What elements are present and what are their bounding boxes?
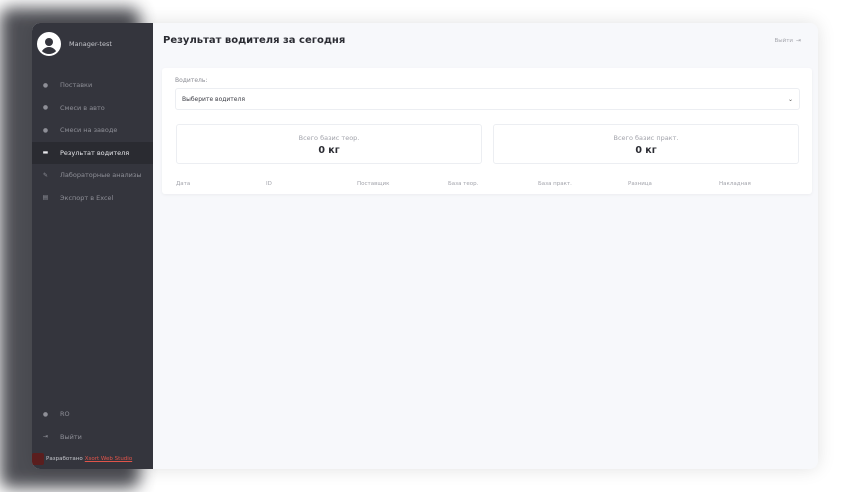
credit-link[interactable]: Xsort Web Studio <box>85 456 132 462</box>
card-icon: ▬ <box>42 149 49 157</box>
sidebar-bottom-menu: ● RO ⇥ Выйти <box>32 403 153 448</box>
stat-theory-value: 0 кг <box>318 145 340 156</box>
archive-icon: ▤ <box>42 194 49 202</box>
studio-logo-icon <box>32 453 44 465</box>
sidebar-item-label: Экспорт в Excel <box>60 193 114 202</box>
column-header-id[interactable]: ID <box>266 181 272 187</box>
sidebar-item-mixes-auto[interactable]: ● Смеси в авто <box>32 97 153 120</box>
sidebar-item-label: Смеси на заводе <box>60 126 118 135</box>
sidebar-item-label: Лабораторные анализы <box>60 171 142 180</box>
logout-icon: ⇥ <box>42 433 49 441</box>
circle-icon: ● <box>42 81 49 89</box>
circle-icon: ● <box>42 104 49 112</box>
column-header-base-practice[interactable]: База практ. <box>538 181 572 187</box>
sidebar: Manager-test ● Поставки ● Смеси в авто ●… <box>32 23 153 469</box>
logout-label: Выйти <box>60 432 82 441</box>
driver-select[interactable]: Выберите водителя ⌄ <box>175 88 800 110</box>
sidebar-item-label: Результат водителя <box>60 148 130 157</box>
header-logout-button[interactable]: Выйти ⇥ <box>775 37 802 44</box>
stat-theory-label: Всего базис теор. <box>298 134 360 142</box>
user-profile[interactable]: Manager-test <box>32 23 153 65</box>
sidebar-item-export-excel[interactable]: ▤ Экспорт в Excel <box>32 187 153 210</box>
sidebar-item-label: Смеси в авто <box>60 103 105 112</box>
column-header-difference[interactable]: Разница <box>628 181 652 187</box>
circle-icon: ● <box>42 126 49 134</box>
stat-practice-label: Всего базис практ. <box>613 134 679 142</box>
avatar-icon <box>37 32 61 56</box>
header-logout-label: Выйти <box>774 37 793 44</box>
sidebar-item-driver-result[interactable]: ▬ Результат водителя <box>32 141 153 164</box>
stat-practice: Всего базис практ. 0 кг <box>493 124 799 164</box>
page-title: Результат водителя за сегодня <box>163 35 346 46</box>
chevron-down-icon: ⌄ <box>787 95 793 103</box>
profile-name: Manager-test <box>69 40 112 48</box>
column-header-date[interactable]: Дата <box>176 181 190 187</box>
developer-credit: Разработано Xsort Web Studio <box>32 453 132 465</box>
language-label: RO <box>60 410 70 419</box>
credit-prefix: Разработано <box>46 456 83 462</box>
main-content: Результат водителя за сегодня Выйти ⇥ Во… <box>153 23 818 469</box>
column-header-supplier[interactable]: Поставщик <box>357 181 389 187</box>
driver-field-label: Водитель: <box>175 77 208 84</box>
stat-practice-value: 0 кг <box>635 145 657 156</box>
sidebar-menu: ● Поставки ● Смеси в авто ● Смеси на зав… <box>32 74 153 209</box>
column-header-invoice[interactable]: Накладная <box>719 181 751 187</box>
sidebar-item-label: Поставки <box>60 81 93 90</box>
driver-select-value: Выберите водителя <box>182 95 245 103</box>
topbar: Результат водителя за сегодня Выйти ⇥ <box>153 23 818 58</box>
stat-theory: Всего базис теор. 0 кг <box>176 124 482 164</box>
app-window: Manager-test ● Поставки ● Смеси в авто ●… <box>32 23 818 469</box>
logout-icon: ⇥ <box>795 37 801 44</box>
driver-result-card: Водитель: Выберите водителя ⌄ Всего бази… <box>162 68 812 194</box>
sidebar-item-lab-analysis[interactable]: ✎ Лабораторные анализы <box>32 164 153 187</box>
sidebar-item-mixes-plant[interactable]: ● Смеси на заводе <box>32 119 153 142</box>
column-header-base-theory[interactable]: База теор. <box>448 181 478 187</box>
sidebar-item-postavki[interactable]: ● Поставки <box>32 74 153 97</box>
language-switch[interactable]: ● RO <box>32 403 153 426</box>
pen-icon: ✎ <box>42 171 49 179</box>
sidebar-logout-button[interactable]: ⇥ Выйти <box>32 426 153 449</box>
globe-icon: ● <box>42 410 49 418</box>
